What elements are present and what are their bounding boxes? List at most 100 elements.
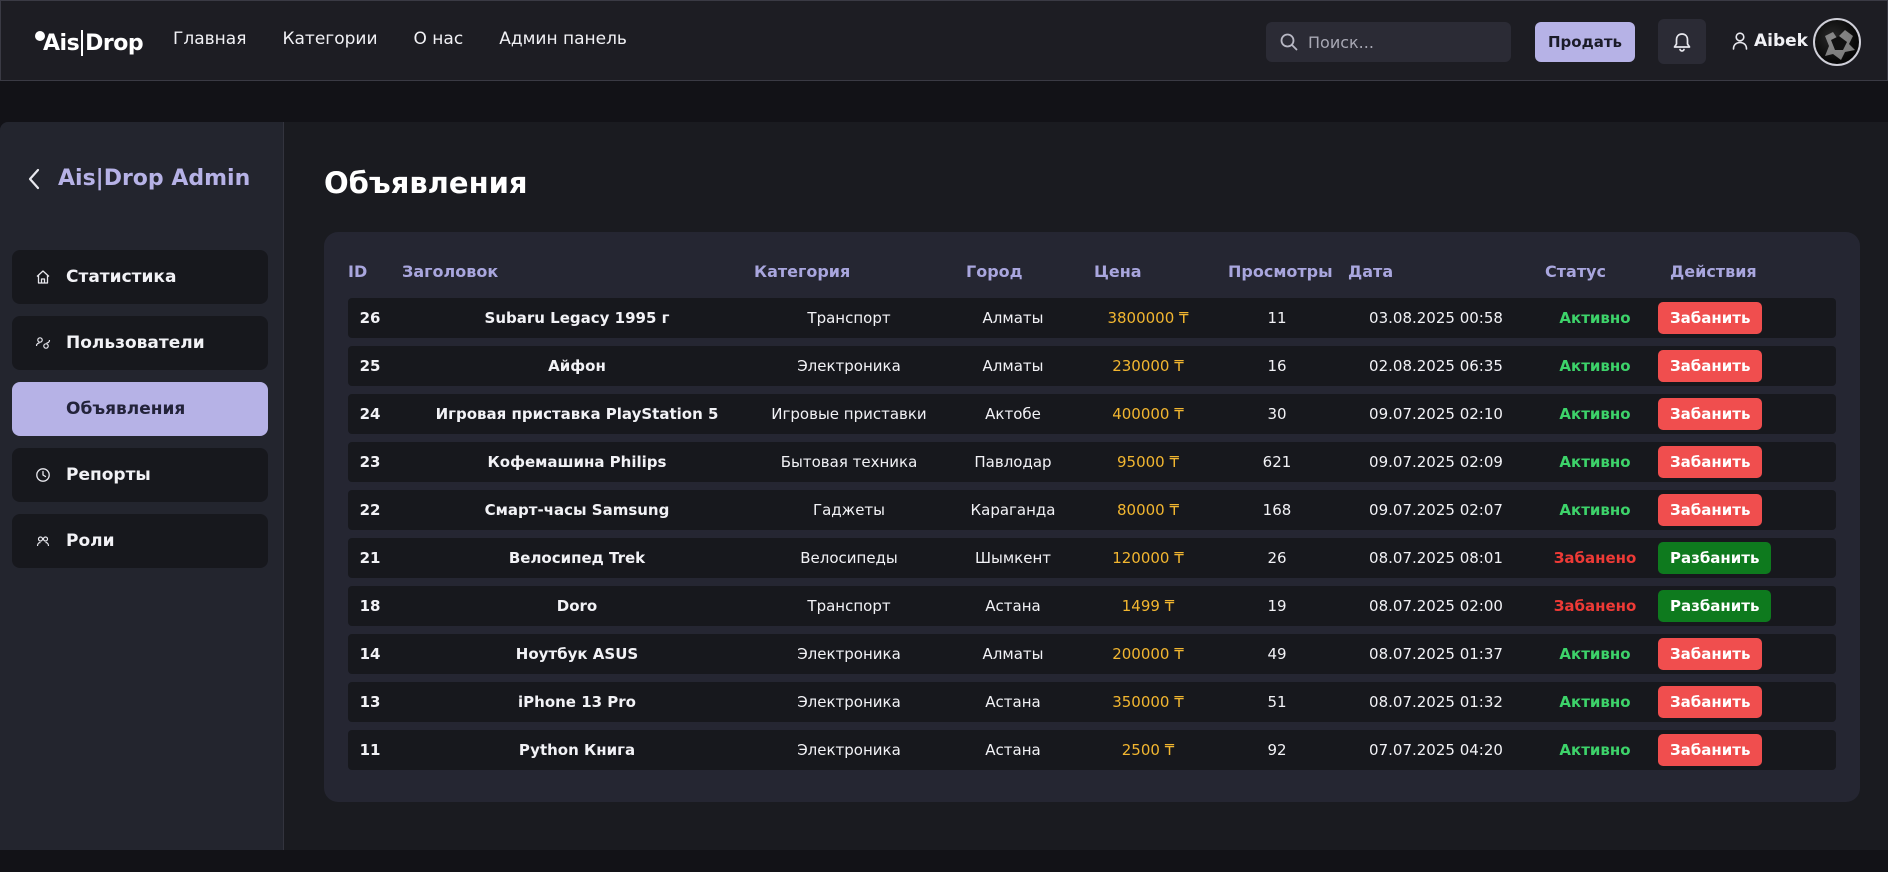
cell-category: Бытовая техника [780, 453, 918, 471]
user-icon [1732, 32, 1748, 50]
sidebar-header: Ais|Drop Admin [28, 166, 250, 191]
cell-id: 18 [359, 597, 381, 615]
cell-views: 11 [1267, 309, 1287, 327]
nav-about[interactable]: О нас [414, 29, 464, 49]
sidebar-nav: Статистика Пользователи Объявления Репор… [12, 250, 268, 580]
cell-category: Игровые приставки [771, 405, 927, 423]
cell-views: 49 [1267, 645, 1287, 663]
avatar[interactable] [1813, 18, 1861, 66]
users-icon [34, 334, 52, 352]
header-status: Статус [1545, 262, 1606, 281]
cell-views: 51 [1267, 693, 1287, 711]
sidebar: Ais|Drop Admin Статистика Пользователи О… [0, 122, 284, 850]
header-title: Заголовок [402, 262, 499, 281]
cell-views: 19 [1267, 597, 1287, 615]
sidebar-item-statistics[interactable]: Статистика [12, 250, 268, 304]
ban-button[interactable]: Забанить [1658, 494, 1763, 526]
cell-date: 02.08.2025 06:35 [1369, 357, 1503, 375]
cell-price: 1499 ₸ [1121, 597, 1175, 615]
cell-price: 350000 ₸ [1112, 693, 1184, 711]
notifications-button[interactable] [1658, 19, 1706, 64]
sidebar-title: Ais|Drop Admin [58, 166, 251, 191]
ban-button[interactable]: Забанить [1658, 734, 1763, 766]
nav-home[interactable]: Главная [173, 29, 246, 49]
sidebar-item-reports[interactable]: Репорты [12, 448, 268, 502]
cell-city: Алматы [982, 309, 1044, 327]
sell-button[interactable]: Продать [1535, 22, 1635, 62]
sidebar-item-listings[interactable]: Объявления [12, 382, 268, 436]
cell-id: 13 [359, 693, 381, 711]
cell-category: Транспорт [807, 597, 891, 615]
sidebar-item-users[interactable]: Пользователи [12, 316, 268, 370]
cell-price: 3800000 ₸ [1107, 309, 1189, 327]
cell-price: 200000 ₸ [1112, 645, 1184, 663]
listings-table: ID Заголовок Категория Город Цена Просмо… [324, 232, 1860, 802]
table-row: 22 Смарт-часы Samsung Гаджеты Караганда 8000… [348, 490, 1836, 530]
nav-categories[interactable]: Категории [282, 29, 377, 49]
cell-status: Активно [1559, 645, 1631, 663]
ban-button[interactable]: Забанить [1658, 638, 1763, 670]
table-row: 23 Кофемашина Philips Бытовая техника Павло… [348, 442, 1836, 482]
cell-category: Электроника [797, 357, 901, 375]
cell-price: 230000 ₸ [1112, 357, 1184, 375]
ban-button[interactable]: Забанить [1658, 350, 1763, 382]
unban-button[interactable]: Разбанить [1658, 542, 1772, 574]
search-box [1266, 22, 1511, 62]
home-icon [34, 268, 52, 286]
cell-id: 21 [359, 549, 381, 567]
ban-button[interactable]: Забанить [1658, 446, 1763, 478]
cell-date: 08.07.2025 01:37 [1369, 645, 1503, 663]
cell-city: Караганда [970, 501, 1056, 519]
cell-status: Активно [1559, 405, 1631, 423]
cell-views: 621 [1262, 453, 1292, 471]
avatar-image [1825, 30, 1855, 60]
ban-button[interactable]: Забанить [1658, 686, 1763, 718]
ban-button[interactable]: Забанить [1658, 302, 1763, 334]
roles-icon [34, 532, 52, 550]
brand-left: Ais [43, 30, 80, 56]
sidebar-item-label: Пользователи [66, 333, 205, 353]
user-name: Aibek [1754, 31, 1808, 51]
cell-city: Актобе [985, 405, 1041, 423]
cell-status: Активно [1559, 501, 1631, 519]
cell-views: 168 [1262, 501, 1292, 519]
page-title: Объявления [324, 166, 528, 200]
cell-title: Игровая приставка PlayStation 5 [435, 405, 719, 423]
main-nav: Главная Категории О нас Админ панель [173, 29, 627, 49]
table-row: 24 Игровая приставка PlayStation 5 Игровые… [348, 394, 1836, 434]
cell-views: 92 [1267, 741, 1287, 759]
brand-logo[interactable]: Ais Drop [35, 26, 144, 60]
cell-title: Айфон [548, 357, 606, 375]
nav-admin-panel[interactable]: Админ панель [499, 29, 627, 49]
cell-status: Активно [1559, 693, 1631, 711]
cell-id: 14 [359, 645, 381, 663]
cell-city: Астана [985, 741, 1041, 759]
cell-title: Велосипед Trek [508, 549, 646, 567]
cell-title: Python Книга [518, 741, 636, 759]
header-price: Цена [1094, 262, 1142, 281]
cell-title: Кофемашина Philips [487, 453, 667, 471]
cell-status: Забанено [1553, 597, 1637, 615]
table-row: 14 Ноутбук ASUS Электроника Алматы 200000 ₸ 4… [348, 634, 1836, 674]
cell-date: 03.08.2025 00:58 [1369, 309, 1503, 327]
user-menu[interactable]: Aibek [1732, 31, 1808, 51]
admin-panel: Ais|Drop Admin Статистика Пользователи О… [0, 122, 1888, 850]
chevron-left-icon[interactable] [28, 168, 40, 190]
sidebar-item-roles[interactable]: Роли [12, 514, 268, 568]
table-header: ID Заголовок Категория Город Цена Просмо… [348, 262, 1836, 286]
cell-city: Шымкент [974, 549, 1052, 567]
sidebar-item-label: Репорты [66, 465, 151, 485]
header-views: Просмотры [1228, 262, 1333, 281]
ban-button[interactable]: Забанить [1658, 398, 1763, 430]
cell-id: 23 [359, 453, 381, 471]
search-input[interactable] [1308, 32, 1498, 52]
cell-category: Гаджеты [812, 501, 886, 519]
cell-price: 95000 ₸ [1116, 453, 1180, 471]
table-row: 13 iPhone 13 Pro Электроника Астана 350000 ₸… [348, 682, 1836, 722]
cell-category: Электроника [797, 645, 901, 663]
cell-views: 30 [1267, 405, 1287, 423]
unban-button[interactable]: Разбанить [1658, 590, 1772, 622]
cell-city: Астана [985, 597, 1041, 615]
cell-date: 08.07.2025 01:32 [1369, 693, 1503, 711]
cell-title: Смарт-часы Samsung [484, 501, 670, 519]
